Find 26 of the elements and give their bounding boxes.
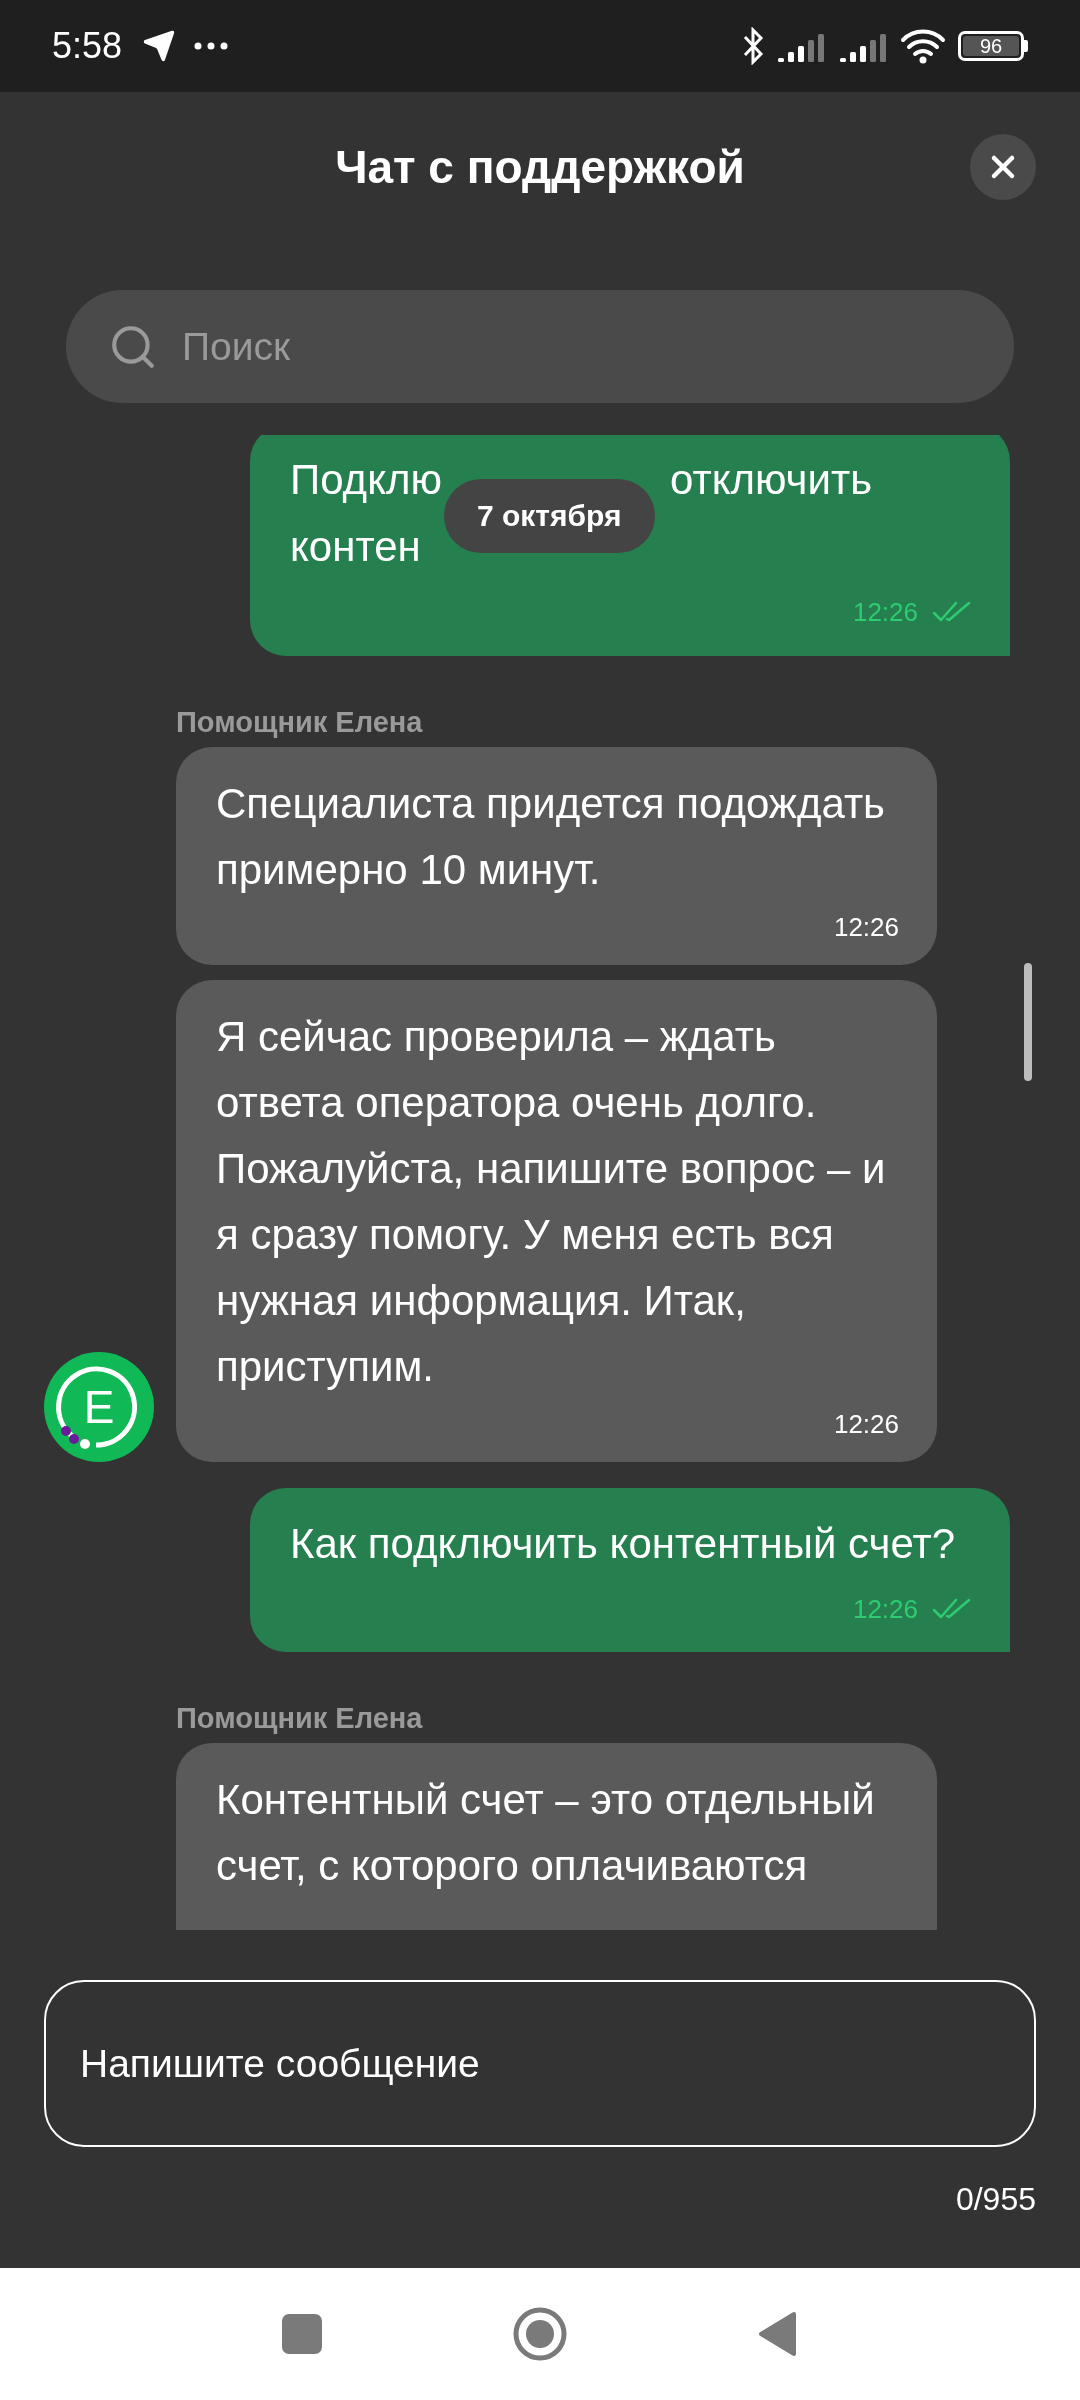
home-button[interactable] [512,2306,568,2362]
sender-name: Помощник Елена [176,705,424,740]
sender-name: Помощник Елена [176,1701,424,1736]
status-time: 5:58 [52,24,123,68]
message-text-fragment: Подклю [290,459,443,501]
search-field[interactable]: Поиск [66,290,1014,403]
avatar: Е [44,1352,154,1462]
message-time: 12:26 [833,1408,899,1440]
message-time: 12:26 [852,1593,918,1625]
more-icon [194,42,229,50]
message-time: 12:26 [852,596,918,628]
recents-button[interactable] [282,2314,322,2354]
message-text: Как подключить контентный счет? [290,1519,957,1569]
message-text: Я сейчас проверила – ждать ответа оператора очень долго. Пожалуйста, напишите вопрос – и я сразу помогу. У меня есть вся нужная информация. Итак, приступим. [216,1012,887,1392]
wifi-icon [900,28,946,64]
date-chip: 7 октября [444,479,655,553]
message-text-fragment: отключить [670,459,873,501]
message-field[interactable]: Напишите сообщение [44,1980,1036,2147]
back-button[interactable] [758,2311,798,2357]
bluetooth-icon [742,27,764,65]
message-text: Специалиста придется подождать примерно 10 минут. [216,779,886,895]
message-time: 12:26 [833,911,899,943]
message-text: Контентный счет – это отдельный счет, с которого оплачиваются [216,1775,876,1891]
message-text-fragment: контен [290,526,422,568]
chat-title: Чат с поддержкой [335,139,745,195]
character-counter: 0/955 [955,2180,1036,2219]
